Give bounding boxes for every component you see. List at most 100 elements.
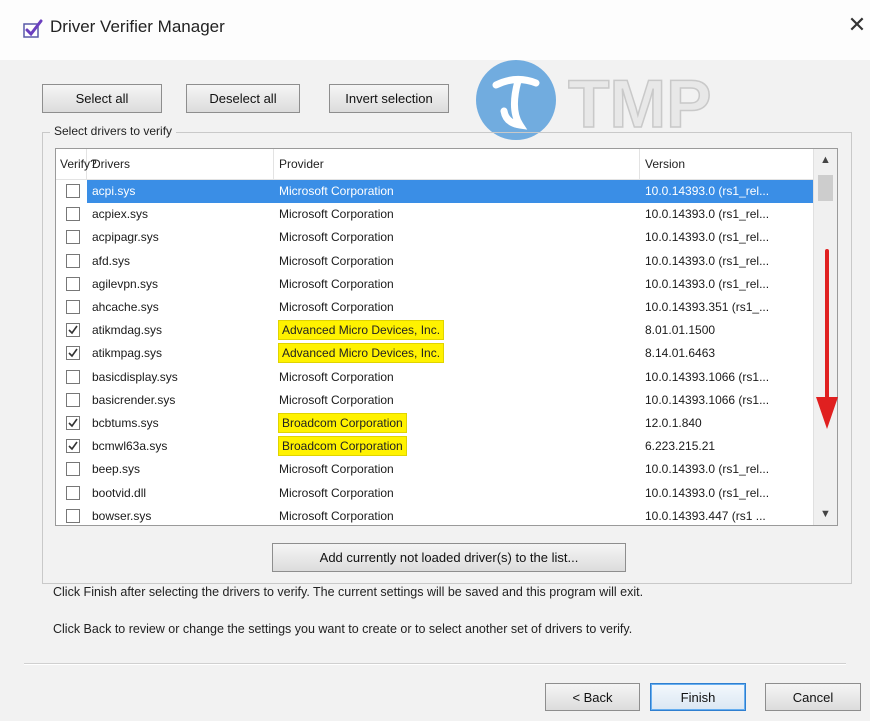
verify-checkbox[interactable] — [66, 485, 80, 500]
select-all-button[interactable]: Select all — [42, 84, 162, 113]
provider-cell: Microsoft Corporation — [279, 230, 394, 245]
table-row[interactable]: basicrender.sys Microsoft Corporation 10.0… — [56, 389, 813, 412]
verify-cell — [56, 296, 87, 319]
table-row[interactable]: acpiex.sys Microsoft Corporation 10.0.1439… — [56, 203, 813, 226]
provider-cell: Microsoft Corporation — [279, 276, 394, 291]
version-cell: 8.01.01.1500 — [645, 323, 716, 338]
verify-checkbox[interactable] — [66, 508, 80, 523]
version-cell: 10.0.14393.1066 (rs1... — [645, 369, 770, 384]
table-row[interactable]: beep.sys Microsoft Corporation 10.0.14393.… — [56, 458, 813, 481]
verify-cell — [56, 273, 87, 296]
checkmark-icon — [68, 418, 78, 428]
verify-checkbox[interactable] — [66, 369, 80, 384]
column-header-provider[interactable]: Provider — [274, 149, 640, 179]
driver-name-cell: acpipagr.sys — [92, 230, 159, 245]
driver-name-cell: bowser.sys — [92, 508, 152, 523]
table-row[interactable]: agilevpn.sys Microsoft Corporation 10.0.14… — [56, 273, 813, 296]
verify-cell — [56, 482, 87, 505]
version-cell: 10.0.14393.351 (rs1_... — [645, 300, 770, 314]
checkmark-icon — [68, 348, 78, 358]
table-row[interactable]: atikmpag.sys Advanced Micro Devices, Inc.… — [56, 342, 813, 365]
version-cell: 6.223.215.21 — [645, 439, 716, 454]
highlighted-provider: Advanced Micro Devices, Inc. — [279, 321, 444, 340]
group-label: Select drivers to verify — [50, 124, 177, 138]
version-cell: 10.0.14393.447 (rs1 ... — [645, 508, 766, 523]
provider-cell: Microsoft Corporation — [274, 180, 640, 203]
version-cell: 10.0.14393.1066 (rs1... — [645, 392, 770, 407]
highlighted-provider: Broadcom Corporation — [279, 437, 406, 456]
table-row[interactable]: bcmwl63a.sys Broadcom Corporation 6.223.21… — [56, 435, 813, 458]
table-row[interactable]: acpipagr.sys Microsoft Corporation 10.0.14… — [56, 226, 813, 249]
annotation-arrow-icon — [812, 247, 842, 437]
driver-name-cell: basicrender.sys — [92, 392, 176, 407]
highlighted-provider: Broadcom Corporation — [279, 414, 406, 432]
version-cell: 10.0.14393.0 (rs1_rel... — [645, 462, 770, 477]
list-header: Verify? Drivers Provider Version — [56, 149, 813, 180]
table-row[interactable]: ahcache.sys Microsoft Corporation 10.0.143… — [56, 296, 813, 319]
invert-selection-button[interactable]: Invert selection — [329, 84, 449, 113]
finish-button[interactable]: Finish — [650, 683, 746, 711]
version-cell: 10.0.14393.0 (rs1_rel... — [645, 276, 770, 291]
driver-list[interactable]: Verify? Drivers Provider Version acpi.sy… — [55, 148, 838, 526]
driver-name-cell: ahcache.sys — [92, 300, 159, 314]
provider-cell: Broadcom Corporation — [274, 412, 640, 435]
highlighted-provider: Advanced Micro Devices, Inc. — [279, 344, 444, 363]
scroll-thumb[interactable] — [818, 175, 833, 201]
cancel-button[interactable]: Cancel — [765, 683, 861, 711]
back-button[interactable]: < Back — [545, 683, 640, 711]
provider-cell: Microsoft Corporation — [279, 369, 394, 384]
driver-name-cell: bcbtums.sys — [92, 416, 159, 430]
verify-cell — [56, 366, 87, 389]
table-row[interactable]: bcbtums.sys Broadcom Corporation 12.0.1.84… — [56, 412, 813, 435]
provider-cell: Broadcom Corporation — [274, 435, 640, 458]
column-header-verify[interactable]: Verify? — [56, 149, 97, 179]
verify-checkbox[interactable] — [66, 300, 80, 314]
verify-checkbox[interactable] — [66, 439, 80, 454]
verify-cell — [56, 505, 87, 525]
provider-cell: Microsoft Corporation — [279, 485, 394, 500]
verify-cell — [56, 389, 87, 412]
watermark-text: TMP — [568, 66, 712, 142]
verify-cell — [56, 342, 87, 365]
close-icon[interactable]: ✕ — [846, 14, 868, 36]
table-row[interactable]: bowser.sys Microsoft Corporation 10.0.1439… — [56, 505, 813, 525]
version-cell: 10.0.14393.0 (rs1_rel... — [645, 230, 770, 245]
verify-checkbox[interactable] — [66, 346, 80, 361]
driver-name-cell: atikmdag.sys — [92, 323, 163, 338]
column-header-drivers[interactable]: Drivers — [87, 149, 274, 179]
column-header-version[interactable]: Version — [640, 149, 813, 179]
verify-cell — [56, 435, 87, 458]
verify-checkbox[interactable] — [66, 392, 80, 407]
verify-cell — [56, 180, 87, 203]
version-cell: 10.0.14393.0 (rs1_rel... — [645, 207, 770, 222]
driver-name-cell: beep.sys — [92, 462, 141, 477]
checkmark-icon — [68, 441, 78, 451]
table-row[interactable]: acpi.sys Microsoft Corporation 10.0.14393.… — [56, 180, 813, 203]
verify-checkbox[interactable] — [66, 207, 80, 222]
verify-checkbox[interactable] — [66, 323, 80, 338]
verify-checkbox[interactable] — [66, 276, 80, 291]
driver-name-cell: basicdisplay.sys — [92, 369, 178, 384]
provider-cell: Microsoft Corporation — [279, 462, 394, 477]
add-unloaded-drivers-button[interactable]: Add currently not loaded driver(s) to th… — [272, 543, 626, 572]
verify-checkbox[interactable] — [66, 253, 80, 268]
table-row[interactable]: basicdisplay.sys Microsoft Corporation 10.… — [56, 366, 813, 389]
driver-name-cell: agilevpn.sys — [92, 276, 159, 291]
scroll-down-icon[interactable]: ▼ — [814, 503, 837, 525]
verify-checkbox[interactable] — [66, 462, 80, 477]
table-row[interactable]: bootvid.dll Microsoft Corporation 10.0.143… — [56, 482, 813, 505]
scroll-up-icon[interactable]: ▲ — [814, 149, 837, 171]
verify-checkbox[interactable] — [66, 416, 80, 430]
provider-cell: Microsoft Corporation — [279, 508, 394, 523]
finish-instructions: Click Finish after selecting the drivers… — [53, 585, 644, 599]
table-row[interactable]: afd.sys Microsoft Corporation 10.0.14393.0… — [56, 250, 813, 273]
version-cell: 8.14.01.6463 — [645, 346, 716, 361]
deselect-all-button[interactable]: Deselect all — [186, 84, 300, 113]
verify-checkbox[interactable] — [66, 184, 80, 198]
driver-name-cell: atikmpag.sys — [92, 346, 163, 361]
table-row[interactable]: atikmdag.sys Advanced Micro Devices, Inc.… — [56, 319, 813, 342]
verify-checkbox[interactable] — [66, 230, 80, 245]
driver-name-cell: acpi.sys — [87, 180, 274, 203]
provider-cell: Microsoft Corporation — [279, 300, 394, 314]
driver-name-cell: acpiex.sys — [92, 207, 149, 222]
